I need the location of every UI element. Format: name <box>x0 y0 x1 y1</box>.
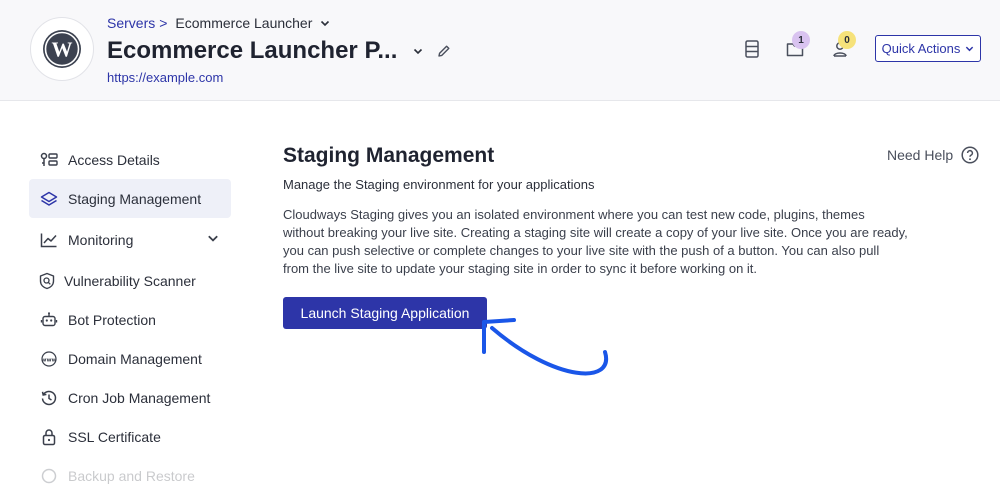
folder-count-badge: 1 <box>792 31 810 49</box>
sidebar-nav: Access Details Staging Management Monito… <box>29 140 231 495</box>
sidebar-item-cron-job-management[interactable]: Cron Job Management <box>29 378 231 417</box>
svg-text:www: www <box>41 357 56 363</box>
lock-icon <box>39 427 59 447</box>
annotation-arrow-icon <box>482 318 609 376</box>
chevron-down-icon <box>965 44 974 53</box>
svg-text:W: W <box>52 38 73 62</box>
sidebar-item-vulnerability-scanner[interactable]: Vulnerability Scanner <box>29 261 231 300</box>
sidebar-item-monitoring[interactable]: Monitoring <box>29 220 231 259</box>
breadcrumb-separator: > <box>159 15 168 31</box>
need-help-label: Need Help <box>887 147 954 163</box>
launch-staging-button[interactable]: Launch Staging Application <box>283 297 487 329</box>
quick-actions-button[interactable]: Quick Actions <box>875 35 981 62</box>
sidebar-item-label: Bot Protection <box>68 311 156 328</box>
robot-icon <box>39 310 59 330</box>
wordpress-logo: W <box>30 17 94 81</box>
question-circle-icon <box>961 146 979 164</box>
sidebar-item-label: Staging Management <box>68 190 202 207</box>
quick-actions-label: Quick Actions <box>881 41 961 56</box>
breadcrumb-server-name[interactable]: Ecommerce Launcher <box>175 15 312 31</box>
chevron-down-icon[interactable] <box>207 232 219 244</box>
breadcrumb: Servers > Ecommerce Launcher <box>107 15 330 31</box>
layers-icon <box>39 189 59 209</box>
app-title: Ecommerce Launcher P... <box>107 37 398 64</box>
sidebar-item-label: Domain Management <box>68 350 202 367</box>
chart-line-icon <box>39 230 59 250</box>
sidebar-item-label: Vulnerability Scanner <box>64 272 196 289</box>
sidebar-item-label: Access Details <box>68 151 160 168</box>
user-count-badge: 0 <box>838 31 856 49</box>
access-details-icon <box>39 150 59 170</box>
app-title-row: Ecommerce Launcher P... <box>107 37 451 65</box>
chevron-down-icon[interactable] <box>413 46 423 56</box>
history-icon <box>39 388 59 408</box>
page-subtitle: Manage the Staging environment for your … <box>283 177 595 192</box>
sidebar-item-label: Monitoring <box>68 231 134 248</box>
app-header: W Servers > Ecommerce Launcher Ecommerce… <box>0 0 1000 101</box>
breadcrumb-servers-link[interactable]: Servers <box>107 15 155 31</box>
staging-description: Cloudways Staging gives you an isolated … <box>283 207 908 276</box>
sidebar-item-access-details[interactable]: Access Details <box>29 140 231 179</box>
wordpress-icon: W <box>43 30 81 68</box>
backup-icon <box>39 466 59 486</box>
pencil-icon[interactable] <box>437 44 451 58</box>
sidebar-item-bot-protection[interactable]: Bot Protection <box>29 300 231 339</box>
sidebar-item-ssl-certificate[interactable]: SSL Certificate <box>29 417 231 456</box>
need-help-link[interactable]: Need Help <box>887 146 979 164</box>
chevron-down-icon[interactable] <box>320 18 330 28</box>
sidebar-item-staging-management[interactable]: Staging Management <box>29 179 231 218</box>
page-title: Staging Management <box>283 144 495 167</box>
sidebar-item-backup-and-restore[interactable]: Backup and Restore <box>29 456 231 495</box>
sidebar-item-label: SSL Certificate <box>68 428 161 445</box>
server-stack-icon[interactable] <box>741 38 763 60</box>
www-icon: www <box>39 349 59 369</box>
sidebar-item-label: Backup and Restore <box>68 467 195 484</box>
app-url-link[interactable]: https://example.com <box>107 70 223 85</box>
shield-scan-icon <box>37 271 57 291</box>
sidebar-item-label: Cron Job Management <box>68 389 211 406</box>
sidebar-item-domain-management[interactable]: www Domain Management <box>29 339 231 378</box>
